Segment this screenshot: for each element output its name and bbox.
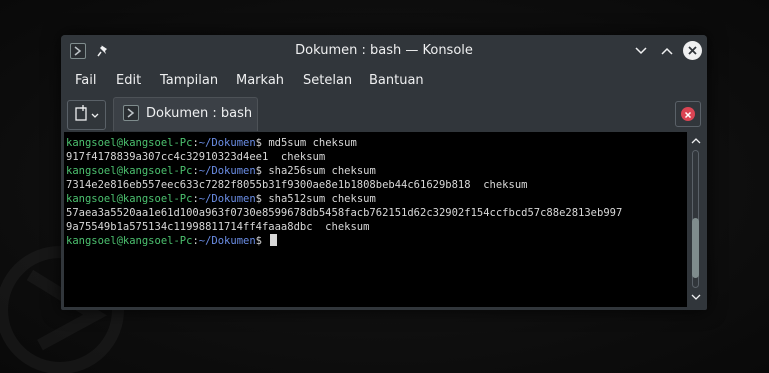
prompt-user: kangsoel@kangsoel-Pc — [66, 235, 193, 247]
title-bar[interactable]: Dokumen : bash — Konsole — [61, 35, 707, 67]
output-text: 917f4178839a307cc4c32910323d4ee1 cheksum — [66, 151, 326, 163]
tab-label: Dokumen : bash — [146, 106, 253, 121]
prompt-path: ~/Dokumen — [198, 193, 256, 205]
tab-dokumen-bash[interactable]: Dokumen : bash — [113, 97, 258, 131]
prompt-path: ~/Dokumen — [198, 137, 256, 149]
menu-bar: Fail Edit Tampilan Markah Setelan Bantua… — [61, 69, 707, 93]
output-text: 7314e2e816eb557eec633c7282f8055b31f9300a… — [66, 179, 528, 191]
scroll-up-arrow-icon[interactable] — [691, 136, 701, 146]
konsole-icon[interactable] — [70, 43, 86, 59]
close-tab-button[interactable] — [675, 101, 701, 127]
terminal-output-line: 9a75549b1a575134c11998811714ff4faaa8dbc … — [66, 220, 687, 234]
tab-bar: Dokumen : bash — [61, 97, 707, 131]
scroll-thumb[interactable] — [692, 218, 699, 278]
menu-setelan[interactable]: Setelan — [303, 72, 352, 90]
terminal-output-line: 917f4178839a307cc4c32910323d4ee1 cheksum — [66, 150, 687, 164]
terminal-output-line: 57aea3a5520aa1e61d100a963f0730e8599678db… — [66, 206, 687, 220]
konsole-icon — [123, 105, 139, 121]
prompt-end: $ — [255, 193, 269, 205]
prompt-user: kangsoel@kangsoel-Pc — [66, 137, 193, 149]
menu-fail[interactable]: Fail — [75, 72, 96, 90]
prompt-end: $ — [255, 235, 269, 247]
output-text: 9a75549b1a575134c11998811714ff4faaa8dbc … — [66, 221, 370, 233]
prompt-user: kangsoel@kangsoel-Pc — [66, 165, 193, 177]
konsole-window: Dokumen : bash — Konsole Fail Edit Tampi… — [61, 35, 707, 310]
terminal-command-line: kangsoel@kangsoel-Pc:~/Dokumen$ sha256su… — [66, 164, 687, 178]
menu-tampilan[interactable]: Tampilan — [160, 72, 218, 90]
menu-edit[interactable]: Edit — [116, 72, 141, 90]
scroll-down-arrow-icon[interactable] — [691, 292, 701, 302]
prompt-user: kangsoel@kangsoel-Pc — [66, 193, 193, 205]
command-text: sha256sum cheksum — [268, 165, 376, 177]
new-tab-button[interactable] — [67, 100, 106, 130]
scrollbar[interactable] — [688, 132, 704, 307]
minimize-button[interactable] — [631, 41, 651, 61]
prompt-end: $ — [255, 165, 269, 177]
command-text: sha512sum cheksum — [268, 193, 376, 205]
maximize-button[interactable] — [657, 41, 677, 61]
close-tab-icon — [681, 107, 695, 121]
prompt-path: ~/Dokumen — [198, 165, 256, 177]
new-tab-icon — [75, 105, 99, 121]
output-text: 57aea3a5520aa1e61d100a963f0730e8599678db… — [66, 207, 623, 219]
terminal-command-line: kangsoel@kangsoel-Pc:~/Dokumen$ sha512su… — [66, 192, 687, 206]
prompt-end: $ — [255, 137, 269, 149]
terminal-command-line: kangsoel@kangsoel-Pc:~/Dokumen$ — [66, 234, 687, 248]
prompt-path: ~/Dokumen — [198, 235, 256, 247]
window-title: Dokumen : bash — Konsole — [295, 43, 473, 58]
terminal-cursor — [270, 234, 278, 246]
pin-icon[interactable] — [96, 43, 110, 59]
command-text: md5sum cheksum — [268, 137, 357, 149]
menu-bantuan[interactable]: Bantuan — [369, 72, 424, 90]
terminal-output[interactable]: kangsoel@kangsoel-Pc:~/Dokumen$ md5sum c… — [64, 132, 687, 307]
terminal-output-line: 7314e2e816eb557eec633c7282f8055b31f9300a… — [66, 178, 687, 192]
close-window-button[interactable] — [683, 41, 702, 60]
terminal-command-line: kangsoel@kangsoel-Pc:~/Dokumen$ md5sum c… — [66, 136, 687, 150]
close-icon — [688, 46, 697, 55]
menu-markah[interactable]: Markah — [236, 72, 284, 90]
